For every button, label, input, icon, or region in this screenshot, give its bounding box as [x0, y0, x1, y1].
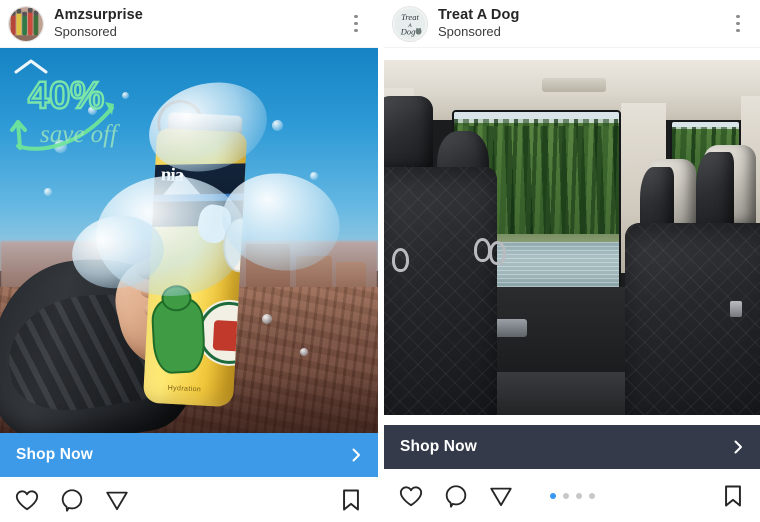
action-icons-right	[720, 483, 746, 509]
account-name[interactable]: Treat A Dog	[438, 7, 726, 24]
bookmark-icon[interactable]	[338, 487, 364, 513]
post-media[interactable]: nia Hydration 40% save off	[0, 48, 378, 433]
sponsored-label: Sponsored	[438, 24, 501, 39]
sticker-bear-head	[160, 284, 193, 313]
car-seat-cover-photo	[384, 60, 760, 415]
action-icons-left	[14, 487, 130, 513]
action-icons-left	[398, 483, 514, 509]
instagram-ads-screenshot: Amzsurprise Sponsored nia Hydration 40% …	[0, 0, 760, 522]
post-treat-a-dog: Treat A Dog Treat A Dog Sponsored Shop N…	[384, 0, 760, 522]
carousel-dot-2[interactable]	[562, 492, 569, 499]
bottle-bottom-text: Hydration	[167, 384, 202, 394]
post-amzsurprise: Amzsurprise Sponsored nia Hydration 40% …	[0, 0, 378, 522]
label-blue-stripe	[147, 193, 248, 203]
car-interior	[384, 60, 760, 415]
canyon-bottle-photo: nia Hydration 40% save off	[0, 48, 378, 433]
front-left-headrest	[384, 95, 433, 174]
more-options-icon[interactable]	[726, 10, 750, 38]
bookmark-icon[interactable]	[720, 483, 746, 509]
comment-icon[interactable]	[59, 487, 85, 513]
shop-now-cta[interactable]: Shop Now	[384, 425, 760, 469]
avatar[interactable]: Treat A Dog	[392, 5, 428, 42]
more-options-icon[interactable]	[344, 10, 368, 38]
account-name[interactable]: Amzsurprise	[54, 7, 344, 24]
cover-anchor-hook-center-2	[489, 241, 507, 266]
avatar[interactable]	[8, 5, 44, 42]
avatar-text-line1: Treat	[401, 12, 419, 22]
label-brand-text: nia	[160, 164, 184, 187]
seatbelt-buckle	[729, 301, 742, 318]
carousel-dot-4[interactable]	[588, 492, 595, 499]
chevron-right-icon	[348, 447, 364, 463]
post-media[interactable]	[384, 48, 760, 425]
heart-icon[interactable]	[14, 487, 40, 513]
send-icon[interactable]	[104, 487, 130, 513]
chevron-right-icon	[730, 439, 746, 455]
cover-anchor-hook-left	[391, 248, 409, 273]
header-text: Treat A Dog Sponsored	[438, 7, 726, 40]
carousel-dot-3[interactable]	[575, 492, 582, 499]
yellow-bottle: nia Hydration	[142, 127, 248, 408]
action-icons-right	[338, 487, 364, 513]
dome-light	[541, 77, 606, 92]
sticker-dancing-bear	[150, 284, 207, 375]
header-text: Amzsurprise Sponsored	[54, 7, 344, 40]
heart-icon[interactable]	[398, 483, 424, 509]
cta-label: Shop Now	[16, 446, 93, 463]
carousel-dot-1[interactable]	[549, 492, 556, 499]
rear-cover-quilting	[624, 223, 760, 415]
comment-icon[interactable]	[443, 483, 469, 509]
sponsored-label: Sponsored	[54, 24, 117, 39]
post-header: Amzsurprise Sponsored	[0, 0, 378, 48]
send-icon[interactable]	[488, 483, 514, 509]
post-action-bar	[384, 469, 760, 522]
post-action-bar	[0, 477, 378, 522]
avatar-text-line3: Dog	[400, 26, 416, 36]
front-cover-quilting	[384, 166, 497, 415]
shop-now-cta[interactable]: Shop Now	[0, 433, 378, 477]
post-header: Treat A Dog Treat A Dog Sponsored	[384, 0, 760, 48]
cta-label: Shop Now	[400, 438, 477, 455]
